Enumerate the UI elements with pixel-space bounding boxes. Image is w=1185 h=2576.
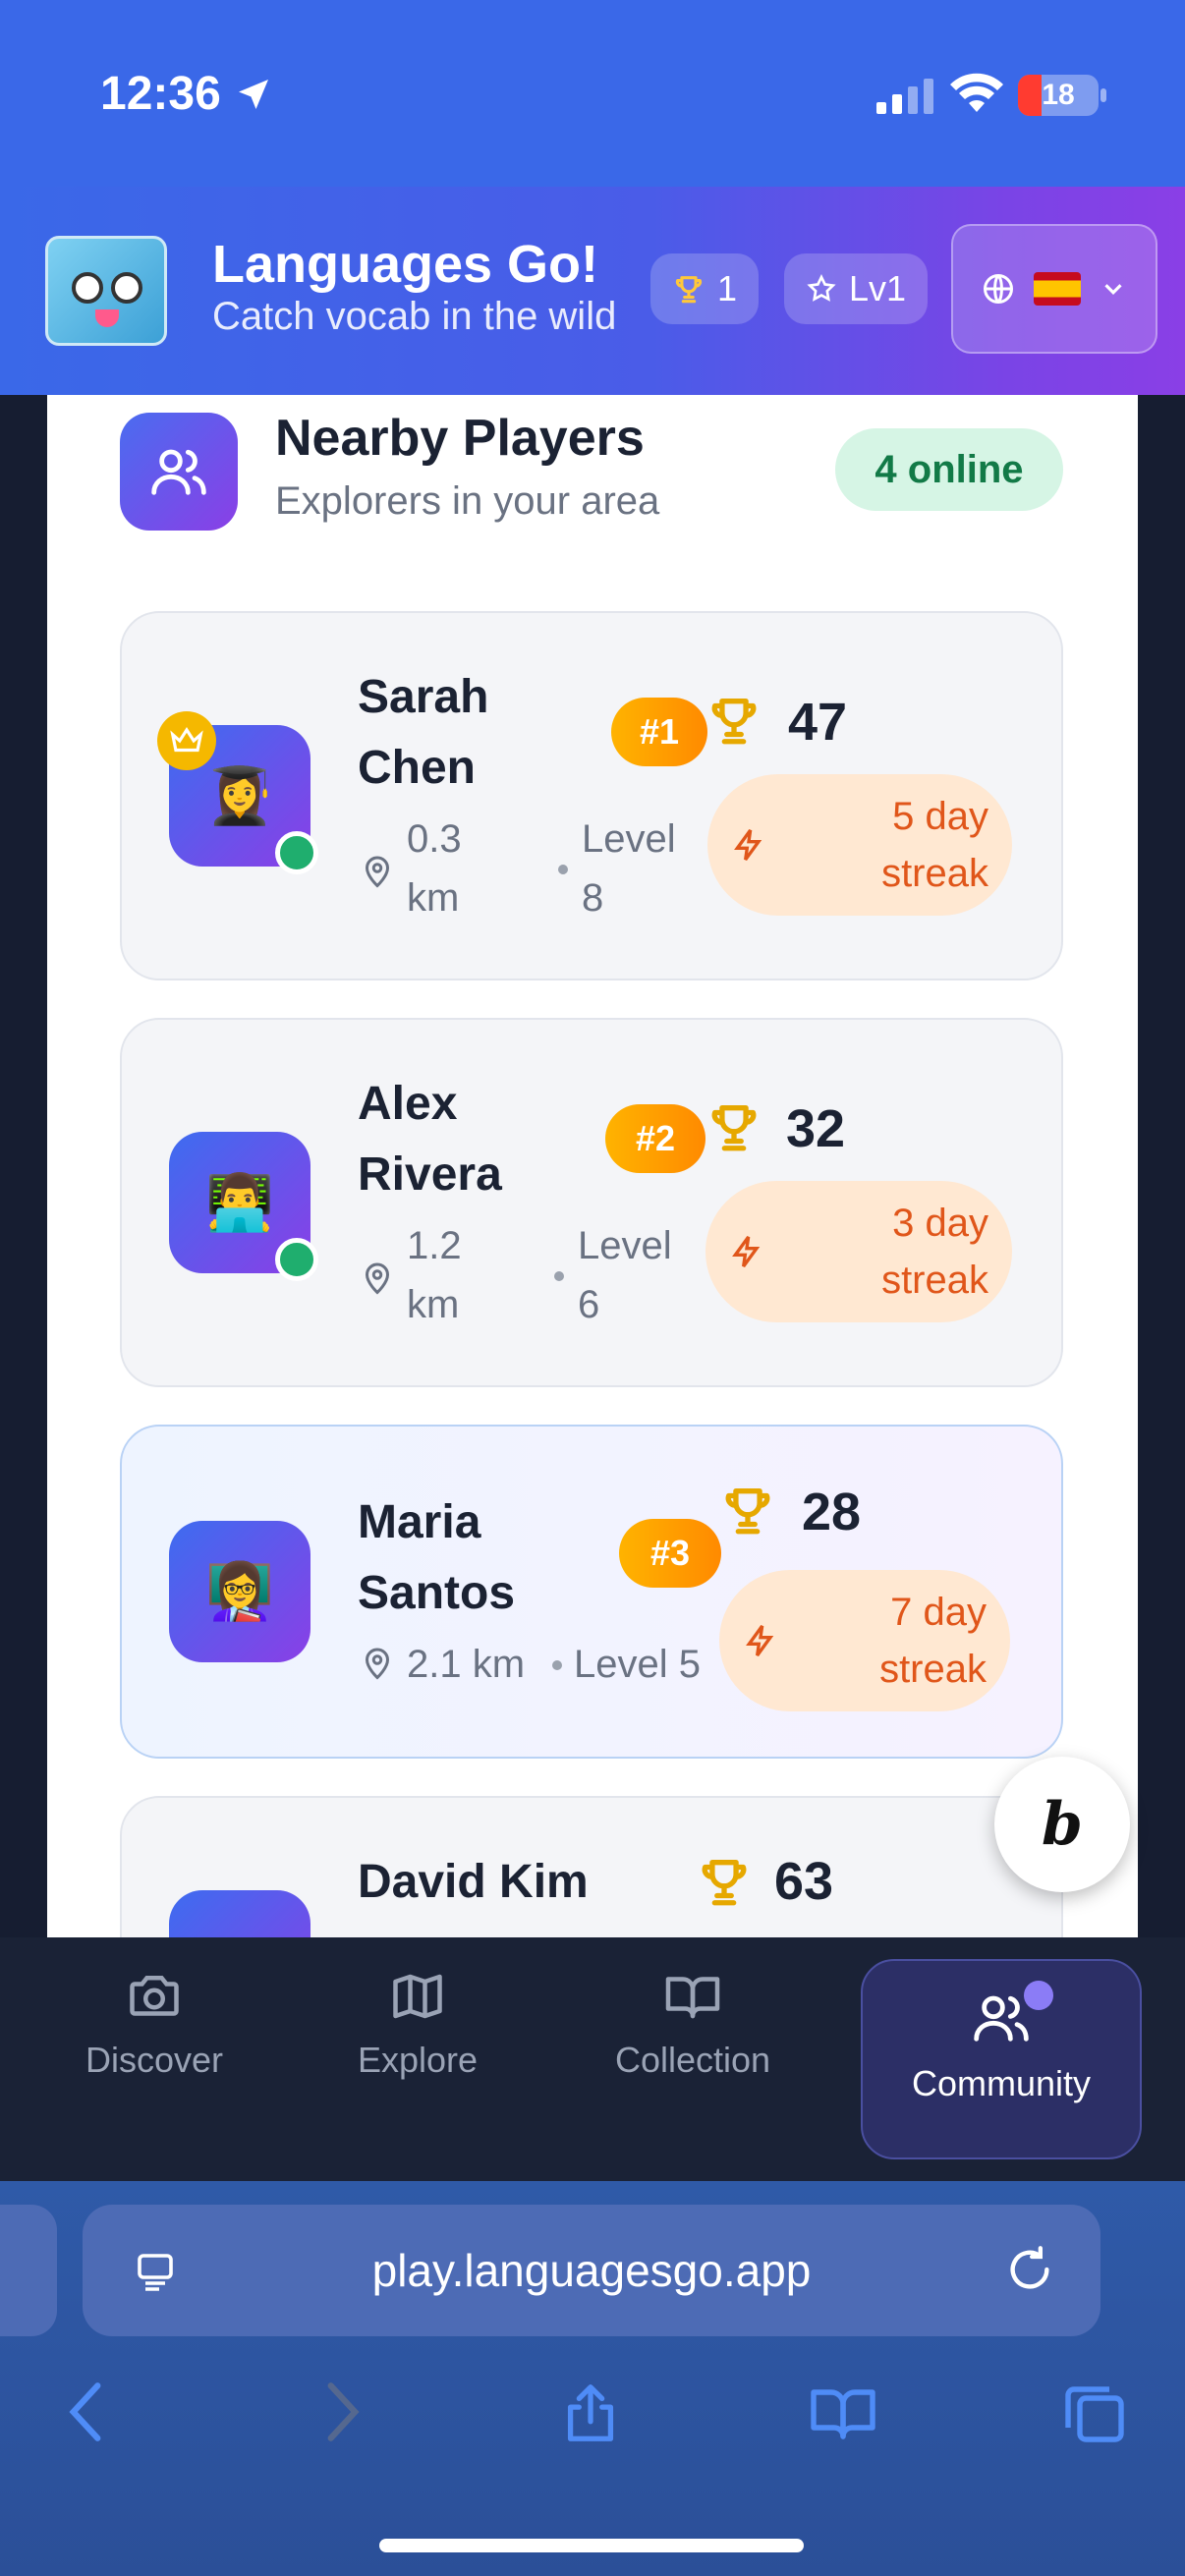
book-icon	[665, 1977, 720, 2019]
lightning-icon	[734, 829, 762, 861]
globe-icon	[984, 274, 1013, 304]
battery-level: 18	[1042, 79, 1075, 111]
player-card[interactable]: 👨‍💻 Alex Rivera #2 32 1.2 km Level 6 3 day s…	[120, 1018, 1063, 1387]
separator-dot	[558, 865, 568, 874]
trophy-icon	[711, 1105, 757, 1151]
nav-explore[interactable]: Explore	[295, 1967, 540, 2163]
player-card-current[interactable]: 👩‍🏫 Maria Santos #3 28 2.1 km Level 5 7 d…	[120, 1425, 1063, 1759]
location-pin-icon	[365, 1262, 390, 1295]
player-card[interactable]: 👩‍🎓 Sarah Chen #1 47 0.3 km Level 8 5 day st…	[120, 611, 1063, 980]
player-level: Level 8	[582, 817, 676, 920]
player-level: Level 6	[578, 1224, 672, 1326]
previous-tab[interactable]	[0, 2205, 57, 2336]
crown-icon	[157, 711, 216, 770]
nav-label: Community	[911, 2063, 1092, 2103]
separator-dot	[552, 1660, 562, 1670]
streak-days: 7 day	[890, 1591, 987, 1634]
player-distance: 2.1 km	[407, 1643, 526, 1686]
streak-label: streak	[879, 1648, 987, 1691]
forward-icon[interactable]	[318, 2378, 367, 2446]
map-icon	[393, 1974, 442, 2019]
back-icon[interactable]	[61, 2378, 110, 2446]
level-label: Lv1	[848, 268, 906, 308]
avatar: 👩‍🏫	[169, 1521, 310, 1662]
trophy-icon	[702, 1860, 747, 1906]
rank-badge: #3	[619, 1519, 721, 1588]
lightning-icon	[746, 1625, 774, 1656]
users-icon	[120, 413, 238, 531]
streak-badge: 3 day streak	[705, 1181, 1012, 1322]
streak-badge: 5 day streak	[707, 774, 1012, 916]
powered-by-bolt-badge[interactable]: b	[994, 1757, 1130, 1892]
rank-badge: #2	[605, 1104, 705, 1173]
online-status-dot	[275, 831, 318, 874]
nav-discover[interactable]: Discover	[31, 1967, 277, 2163]
home-indicator	[379, 2539, 804, 2552]
streak-days: 5 day	[892, 795, 988, 838]
player-name: Maria Santos	[358, 1496, 516, 1619]
bottom-navigation: Discover Explore Collection Community	[0, 1937, 1185, 2181]
online-status-dot	[275, 1238, 318, 1281]
browser-toolbar: play.languagesgo.app	[0, 2181, 1185, 2576]
rank-badge: #1	[611, 698, 707, 766]
battery-indicator: 18	[1018, 75, 1106, 116]
streak-label: streak	[881, 852, 988, 895]
player-name: Sarah Chen	[358, 671, 489, 794]
share-icon[interactable]	[556, 2378, 625, 2448]
player-name: Alex Rivera	[358, 1078, 502, 1201]
app-title: Languages Go!	[212, 235, 599, 294]
streak-days: 3 day	[892, 1202, 988, 1245]
online-count-badge: 4 online	[835, 428, 1063, 511]
language-selector-button[interactable]	[951, 224, 1157, 354]
trophy-icon	[725, 1488, 770, 1535]
chevron-down-icon	[1104, 284, 1122, 295]
tabs-icon[interactable]	[1059, 2378, 1130, 2448]
nav-label: Discover	[85, 2040, 224, 2080]
nav-community[interactable]: Community	[861, 1959, 1142, 2159]
spain-flag-icon	[1034, 272, 1081, 306]
camera-icon	[130, 1976, 179, 2016]
separator-dot	[554, 1271, 564, 1281]
trophy-icon	[675, 276, 703, 304]
app-header: Languages Go! Catch vocab in the wild 1 …	[0, 187, 1185, 395]
streak-label: streak	[881, 1259, 988, 1302]
section-title: Nearby Players	[275, 410, 645, 467]
section-subtitle: Explorers in your area	[275, 479, 660, 523]
player-score: 32	[786, 1099, 846, 1158]
nearby-players-panel: Nearby Players Explorers in your area 4 …	[47, 395, 1138, 1937]
wifi-icon	[950, 73, 1003, 112]
cellular-signal-icon	[876, 79, 933, 114]
player-distance: 0.3 km	[407, 817, 462, 920]
bookmarks-icon[interactable]	[806, 2378, 880, 2448]
address-bar[interactable]: play.languagesgo.app	[83, 2205, 1100, 2336]
level-pill[interactable]: Lv1	[784, 253, 928, 324]
status-bar: 12:36 18	[0, 0, 1185, 187]
status-time: 12:36	[100, 68, 221, 120]
notification-dot	[1024, 1981, 1053, 2010]
player-card[interactable]: David Kim 63	[120, 1796, 1063, 1937]
player-level: Level 5	[574, 1643, 701, 1686]
avatar	[169, 1890, 310, 1937]
player-score: 47	[788, 693, 848, 752]
app-subtitle: Catch vocab in the wild	[212, 295, 617, 338]
player-score: 28	[802, 1483, 862, 1541]
location-pin-icon	[365, 856, 390, 888]
lightning-icon	[732, 1236, 761, 1267]
app-logo	[45, 236, 167, 346]
location-pin-icon	[365, 1648, 390, 1680]
player-distance: 1.2 km	[407, 1224, 462, 1326]
trophy-count: 1	[716, 268, 737, 308]
nav-label: Explore	[357, 2040, 479, 2080]
nav-label: Collection	[614, 2040, 771, 2080]
player-score: 63	[774, 1852, 834, 1911]
nav-collection[interactable]: Collection	[570, 1967, 816, 2163]
reload-icon[interactable]	[1004, 2244, 1055, 2295]
streak-badge: 7 day streak	[719, 1570, 1010, 1711]
trophy-count-pill[interactable]: 1	[650, 253, 759, 324]
location-arrow-icon	[239, 80, 268, 109]
trophy-icon	[711, 699, 757, 745]
player-name: David Kim	[358, 1856, 589, 1908]
star-icon	[807, 273, 836, 302]
url-text: play.languagesgo.app	[371, 2245, 812, 2296]
